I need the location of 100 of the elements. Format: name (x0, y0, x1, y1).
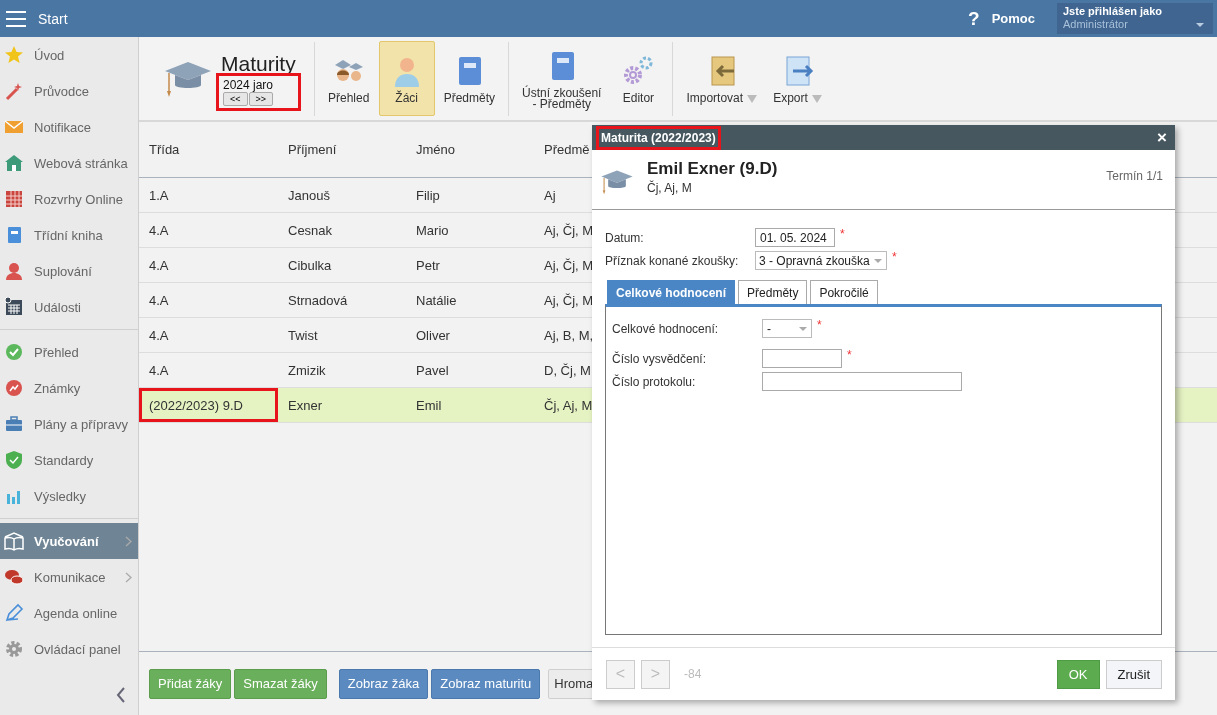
input-field[interactable] (762, 372, 962, 391)
action-button[interactable]: Přidat žáky (149, 668, 232, 699)
table-cell-text: 4.A (148, 361, 170, 380)
table-cell-text: Emil (415, 396, 443, 415)
column-header[interactable]: Předmě (534, 142, 590, 157)
table-cell-text: 4.A (148, 326, 170, 345)
table-cell-text: Petr (415, 256, 441, 275)
cancel-button[interactable]: Zrušit (1105, 659, 1162, 689)
table-cell: (2022/2023) 9.D (139, 388, 278, 422)
column-header[interactable]: Jméno (406, 142, 534, 157)
briefcase-icon (4, 414, 24, 434)
house-icon (4, 153, 24, 173)
table-cell-text: Janouš (287, 186, 331, 205)
table-cell-text: Čj, Aj, M (543, 396, 593, 415)
table-cell-text: Aj, B, M, (543, 326, 594, 345)
required-mark: * (892, 250, 897, 264)
tab[interactable]: Celkové hodnocení (607, 280, 736, 304)
user-menu[interactable]: Jste přihlášen jako Administrátor (1057, 3, 1213, 34)
shield-icon (4, 450, 24, 470)
ok-button[interactable]: OK (1056, 659, 1100, 689)
required-mark: * (847, 348, 852, 362)
sidebar-item[interactable]: Výsledky (0, 478, 138, 514)
field-label: Příznak konané zkoušky: (605, 253, 740, 268)
toolbar-button[interactable]: Žáci (378, 41, 435, 116)
column-header[interactable]: Třída (139, 142, 278, 157)
help-link[interactable]: ? Pomoc (968, 7, 1035, 30)
table-cell-text: Zmizik (287, 361, 327, 380)
sidebar-item[interactable]: Rozvrhy Online (0, 181, 138, 217)
module-title: Maturity (221, 51, 296, 76)
sidebar-item[interactable]: Známky (0, 370, 138, 406)
field-label: Číslo vysvědčení: (612, 351, 708, 366)
field-label: Číslo protokolu: (612, 374, 697, 389)
sidebar-item[interactable]: Ovládací panel (0, 631, 138, 667)
check-circle-icon (4, 342, 24, 362)
required-mark: * (817, 318, 822, 332)
action-button[interactable]: Zobraz maturitu (431, 668, 541, 699)
sidebar-item[interactable]: Úvod (0, 37, 138, 73)
chat-icon (4, 567, 24, 587)
table-cell-text: Cibulka (287, 256, 333, 275)
table-cell-text: Oliver (415, 326, 451, 345)
toolbar-button[interactable]: Editor (610, 41, 667, 116)
sidebar-item[interactable]: Standardy (0, 442, 138, 478)
table-cell-text: Aj, Čj, M (543, 291, 594, 310)
toolbar-button[interactable]: Export (766, 41, 829, 116)
sidebar-item[interactable]: Suplování (0, 253, 138, 289)
sidebar-item[interactable]: Agenda online (0, 595, 138, 631)
student-subjects: Čj, Aj, M (647, 181, 693, 195)
field-label: Datum: (605, 230, 645, 245)
table-cell-text: 4.A (148, 221, 170, 240)
sidebar-item[interactable]: Třídní kniha (0, 217, 138, 253)
collapse-icon[interactable] (116, 687, 126, 703)
table-cell-text: Pavel (415, 361, 450, 380)
sidebar-item[interactable]: Komunikace (0, 559, 138, 595)
sidebar-item[interactable]: Vyučování (0, 523, 138, 559)
term-label: Termín 1/1 (1106, 169, 1163, 183)
sidebar-item[interactable]: Plány a přípravy (0, 406, 138, 442)
book-icon (4, 531, 24, 551)
table-cell-text: D, Čj, M (543, 361, 591, 380)
table-cell-text: 4.A (148, 291, 170, 310)
student-name: Emil Exner (9.D) (647, 159, 778, 179)
select-field[interactable]: - (762, 319, 812, 338)
tab[interactable]: Předměty (738, 280, 808, 304)
table-cell-text: Natálie (415, 291, 458, 310)
table-cell-text: Filip (415, 186, 441, 205)
person-icon (4, 261, 24, 281)
record-counter: -84 (684, 667, 702, 681)
sidebar-item[interactable]: Přehled (0, 334, 138, 370)
action-button[interactable]: Zobraz žáka (338, 668, 429, 699)
input-field[interactable] (762, 349, 842, 368)
action-button[interactable]: Smazat žáky (234, 668, 327, 699)
toolbar-button[interactable]: Přehled (320, 41, 377, 116)
sidebar-item[interactable]: Události (0, 289, 138, 325)
table-cell-text: Aj, Čj, M (543, 221, 594, 240)
toolbar-button[interactable]: Importovat (679, 41, 765, 116)
sidebar-item[interactable]: Průvodce (0, 73, 138, 109)
dialog-title: Maturita (2022/2023) (599, 128, 718, 147)
table-cell-text: Twist (287, 326, 319, 345)
date-field[interactable]: 01. 05. 2024 (755, 228, 835, 247)
calendar-grid-icon (4, 189, 24, 209)
sidebar-item[interactable]: Notifikace (0, 109, 138, 145)
table-cell-text: Strnadová (287, 291, 349, 310)
select-field[interactable]: 3 - Opravná zkouška (755, 251, 887, 270)
field-label: Celkové hodnocení: (612, 321, 720, 336)
chevron-icon (125, 535, 132, 547)
close-button[interactable]: × (1157, 127, 1167, 148)
menu-icon[interactable] (6, 10, 26, 27)
column-header[interactable]: Příjmení (278, 142, 406, 157)
sidebar-item[interactable]: Webová stránka (0, 145, 138, 181)
tab[interactable]: Pokročilé (810, 280, 878, 304)
previous-period-button[interactable]: << (223, 91, 248, 106)
table-cell-text: Aj (543, 186, 556, 205)
gear-icon (4, 639, 24, 659)
toolbar-button[interactable]: Ústní zkoušení - Předměty (515, 41, 609, 116)
table-cell-text: Cesnak (287, 221, 334, 240)
table-cell-text: 1.A (148, 186, 170, 205)
app-title: Start (38, 10, 68, 27)
pen-icon (4, 603, 24, 623)
table-cell-text: Exner (287, 396, 323, 415)
next-period-button[interactable]: >> (248, 91, 274, 106)
toolbar-button[interactable]: Předměty (436, 41, 503, 116)
